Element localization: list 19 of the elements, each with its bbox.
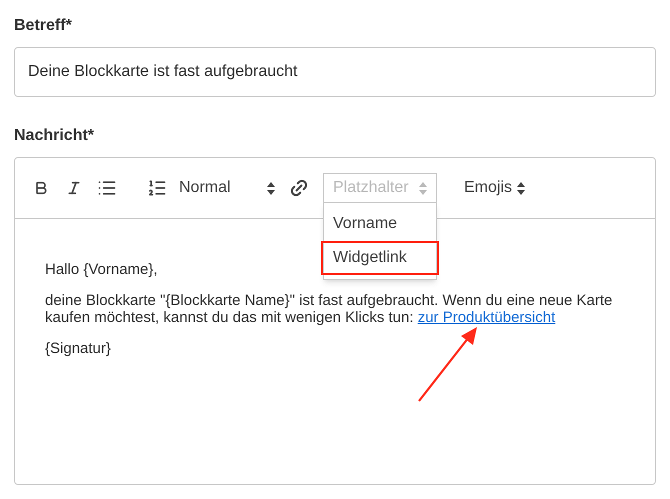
field-label: Betreff* [14,16,73,36]
bold-icon[interactable] [33,179,49,197]
italic-icon[interactable] [66,179,82,197]
message-text: Hallo {Vorname}, [45,261,159,278]
subject-field[interactable]: Deine Blockkarte ist fast aufgebraucht [14,47,656,97]
sort-caret-icon [419,182,427,194]
dropdown-option[interactable]: Vorname [324,207,436,241]
field-label: Nachricht* [14,126,96,146]
sort-caret-icon [517,182,526,194]
message-text: deine Blockkarte "{Blockkarte Name}" ist fast aufgebraucht. Wenn du eine neue Karte kaufen möchtest, kannst du das mit wenigen Klicks tun: zur Produktübersicht [45,292,614,326]
product-link[interactable]: zur Produktübersicht [418,309,556,326]
bullet-list-icon[interactable] [97,179,117,197]
link-icon[interactable] [289,178,309,198]
numbered-list-icon[interactable] [147,179,167,197]
sort-caret-icon [267,182,275,194]
emoji-select[interactable]: Emojis [464,174,526,202]
message-text: {Signatur} [45,340,112,357]
format-select[interactable]: Normal [179,174,277,202]
dropdown-option[interactable]: Widgetlink [321,241,439,275]
